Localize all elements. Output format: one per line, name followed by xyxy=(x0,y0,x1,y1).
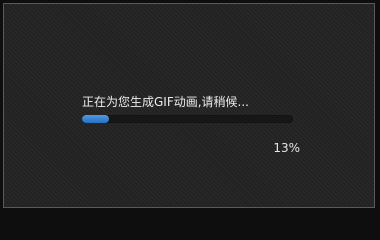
progress-bar-fill xyxy=(82,115,110,123)
status-message: 正在为您生成GIF动画,请稍候... xyxy=(82,95,249,109)
progress-percent-label: 13% xyxy=(273,141,300,155)
gif-progress-dialog: 正在为您生成GIF动画,请稍候... 13% xyxy=(3,3,375,208)
progress-bar xyxy=(82,115,293,123)
